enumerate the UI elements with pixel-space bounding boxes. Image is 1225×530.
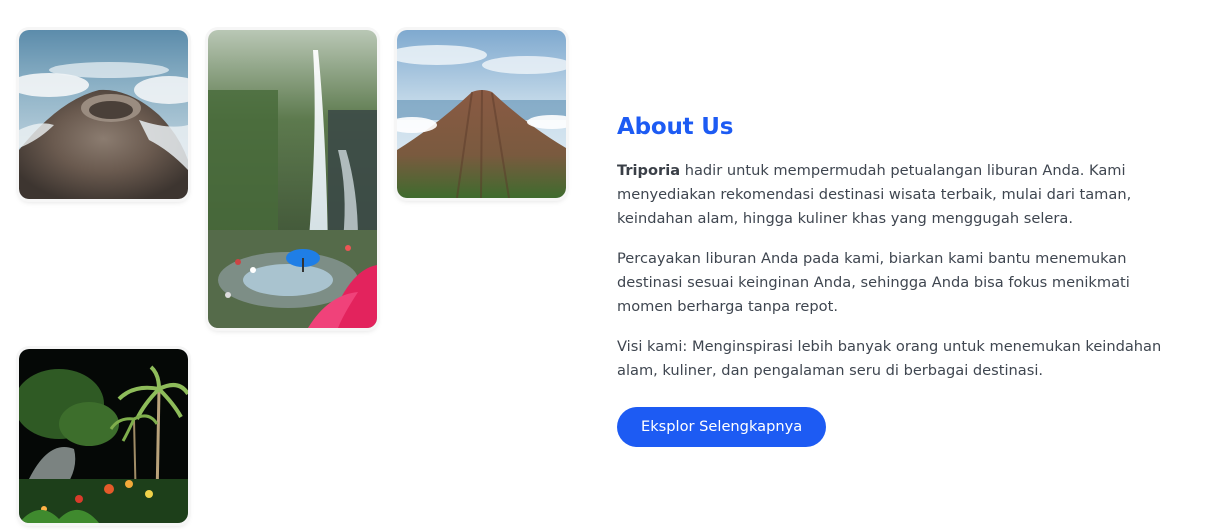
gallery-image-night-garden (16, 346, 191, 526)
explore-more-button[interactable]: Eksplor Selengkapnya (617, 407, 827, 447)
about-title: About Us (617, 114, 734, 140)
gallery-image-volcano-peak (394, 27, 569, 201)
about-vision-paragraph: Visi kami: Menginspirasi lebih banyak or… (617, 338, 1162, 379)
about-section: About Us Triporia hadir untuk mempermuda… (0, 0, 1225, 530)
brand-name: Triporia (617, 162, 681, 179)
gallery-image-volcano-crater (16, 27, 191, 202)
about-content: About Us Triporia hadir untuk mempermuda… (617, 112, 1177, 447)
about-intro-text: hadir untuk mempermudah petualangan libu… (617, 162, 1132, 227)
gallery-image-waterfall-park (205, 27, 380, 331)
about-paragraph-2: Percayakan liburan Anda pada kami, biark… (617, 250, 1130, 315)
about-intro-paragraph: Triporia hadir untuk mempermudah petuala… (617, 159, 1177, 231)
